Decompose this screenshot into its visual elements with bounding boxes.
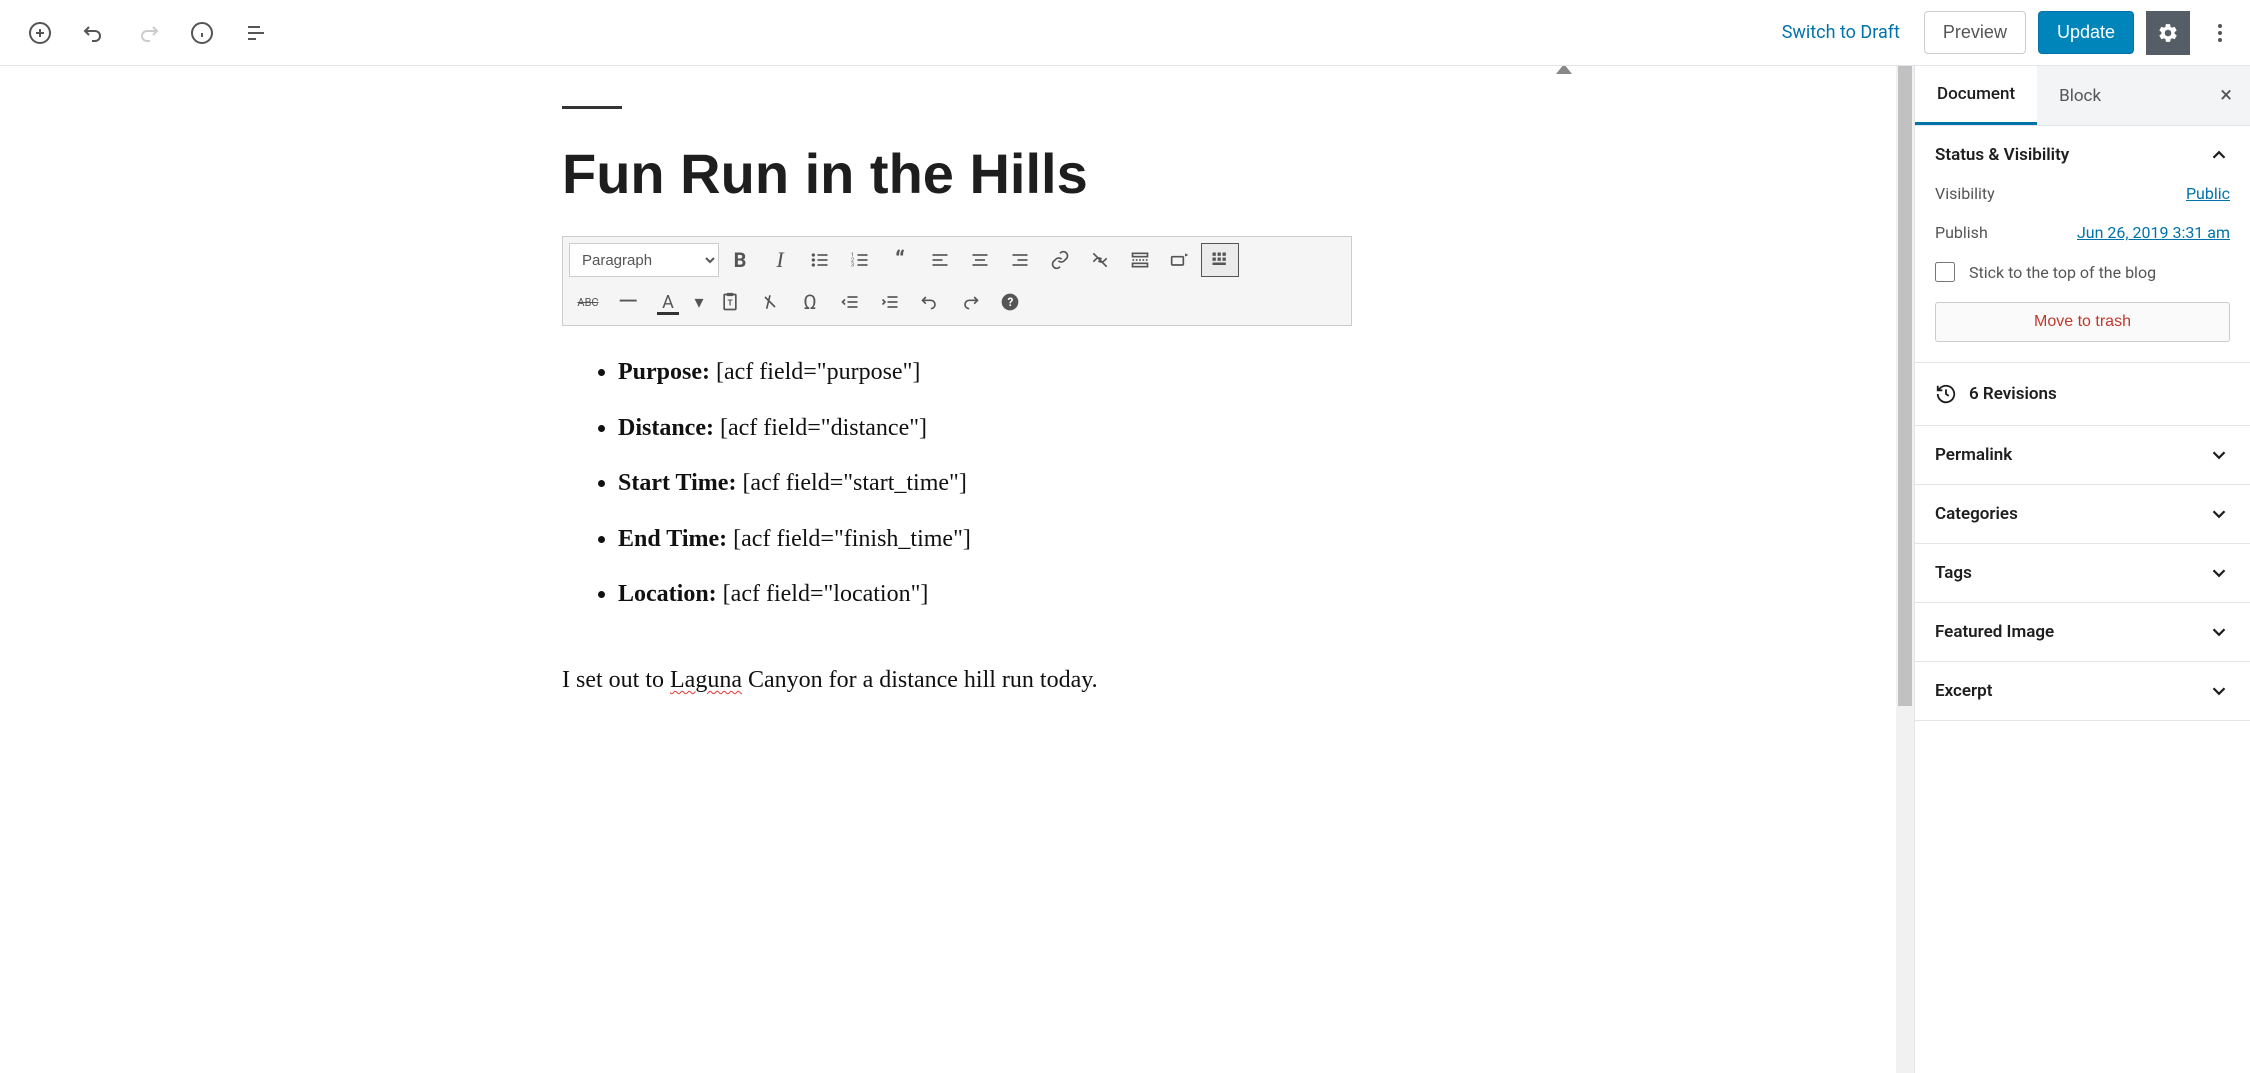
- close-sidebar-icon[interactable]: ×: [2202, 83, 2250, 108]
- svg-text:?: ?: [1008, 295, 1014, 309]
- classic-editor-toolbar: Paragraph B I 123 “ ABC: [562, 236, 1352, 326]
- indent-button[interactable]: [871, 285, 909, 319]
- numbered-list-button[interactable]: 123: [841, 243, 879, 277]
- list-item: Purpose: [acf field="purpose"]: [618, 350, 1352, 396]
- update-button[interactable]: Update: [2038, 11, 2134, 54]
- visibility-label: Visibility: [1935, 184, 1995, 203]
- toolbar-toggle-button[interactable]: [1201, 243, 1239, 277]
- post-title[interactable]: Fun Run in the Hills: [562, 141, 1352, 206]
- clear-formatting-button[interactable]: [751, 285, 789, 319]
- undo-editor-button[interactable]: [911, 285, 949, 319]
- align-right-button[interactable]: [1001, 243, 1039, 277]
- paragraph-text: Canyon for a distance hill run today.: [742, 667, 1098, 693]
- panel-permalink[interactable]: Permalink: [1915, 426, 2250, 484]
- editor-canvas[interactable]: Fun Run in the Hills Paragraph B I 123 “: [0, 66, 1914, 1073]
- tab-document[interactable]: Document: [1915, 66, 2037, 125]
- chevron-down-icon: [2208, 562, 2230, 584]
- switch-to-draft-link[interactable]: Switch to Draft: [1770, 14, 1912, 51]
- italic-button[interactable]: I: [761, 243, 799, 277]
- add-block-icon[interactable]: [22, 15, 58, 51]
- tab-block[interactable]: Block: [2037, 68, 2123, 124]
- publish-date-link[interactable]: Jun 26, 2019 3:31 am: [2077, 223, 2230, 242]
- panel-status-visibility[interactable]: Status & Visibility: [1915, 126, 2250, 184]
- format-select[interactable]: Paragraph: [569, 243, 719, 277]
- chevron-down-icon: [2208, 621, 2230, 643]
- preview-button[interactable]: Preview: [1924, 11, 2026, 54]
- stick-checkbox[interactable]: [1935, 262, 1955, 282]
- chevron-down-icon: [2208, 444, 2230, 466]
- bullet-list-button[interactable]: [801, 243, 839, 277]
- chevron-up-icon: [2208, 144, 2230, 166]
- undo-icon[interactable]: [76, 15, 112, 51]
- wp-toolbar-button[interactable]: [1161, 243, 1199, 277]
- settings-gear-button[interactable]: [2146, 11, 2190, 55]
- help-button[interactable]: ?: [991, 285, 1029, 319]
- redo-editor-button: [951, 285, 989, 319]
- settings-sidebar: Document Block × Status & Visibility Vis…: [1914, 66, 2250, 1073]
- list-item: End Time: [acf field="finish_time"]: [618, 517, 1352, 563]
- link-button[interactable]: [1041, 243, 1079, 277]
- panel-excerpt[interactable]: Excerpt: [1915, 662, 2250, 720]
- more-options-icon[interactable]: [2202, 15, 2238, 51]
- align-left-button[interactable]: [921, 243, 959, 277]
- stick-label: Stick to the top of the blog: [1969, 263, 2156, 282]
- outdent-button[interactable]: [831, 285, 869, 319]
- list-item: Location: [acf field="location"]: [618, 572, 1352, 618]
- chevron-down-icon: [2208, 503, 2230, 525]
- panel-categories[interactable]: Categories: [1915, 485, 2250, 543]
- hr-button[interactable]: ―: [609, 285, 647, 319]
- panel-featured-image[interactable]: Featured Image: [1915, 603, 2250, 661]
- panel-tags[interactable]: Tags: [1915, 544, 2250, 602]
- revisions-row[interactable]: 6 Revisions: [1915, 363, 2250, 426]
- visibility-value-link[interactable]: Public: [2186, 184, 2230, 203]
- insert-more-button[interactable]: [1121, 243, 1159, 277]
- info-icon[interactable]: [184, 15, 220, 51]
- list-item: Start Time: [acf field="start_time"]: [618, 461, 1352, 507]
- svg-text:3: 3: [851, 263, 854, 269]
- blockquote-button[interactable]: “: [881, 243, 919, 277]
- redo-icon: [130, 15, 166, 51]
- title-divider: [562, 106, 622, 109]
- scrollbar-thumb[interactable]: [1898, 66, 1912, 706]
- outline-icon[interactable]: [238, 15, 274, 51]
- text-color-dropdown[interactable]: ▾: [689, 285, 709, 319]
- scroll-up-arrow-icon[interactable]: [1556, 66, 1572, 74]
- text-color-button[interactable]: A: [649, 285, 687, 319]
- chevron-down-icon: [2208, 680, 2230, 702]
- svg-text:T: T: [728, 298, 733, 308]
- content-body[interactable]: Purpose: [acf field="purpose"] Distance: …: [562, 350, 1352, 704]
- move-to-trash-button[interactable]: Move to trash: [1935, 302, 2230, 342]
- unlink-button[interactable]: [1081, 243, 1119, 277]
- bold-button[interactable]: B: [721, 243, 759, 277]
- paragraph-text: I set out to: [562, 667, 670, 693]
- spellcheck-word: Laguna: [670, 667, 742, 693]
- list-item: Distance: [acf field="distance"]: [618, 406, 1352, 452]
- history-icon: [1935, 383, 1957, 405]
- publish-label: Publish: [1935, 223, 1988, 242]
- paste-text-button[interactable]: T: [711, 285, 749, 319]
- align-center-button[interactable]: [961, 243, 999, 277]
- strikethrough-button[interactable]: ABC: [569, 285, 607, 319]
- special-char-button[interactable]: Ω: [791, 285, 829, 319]
